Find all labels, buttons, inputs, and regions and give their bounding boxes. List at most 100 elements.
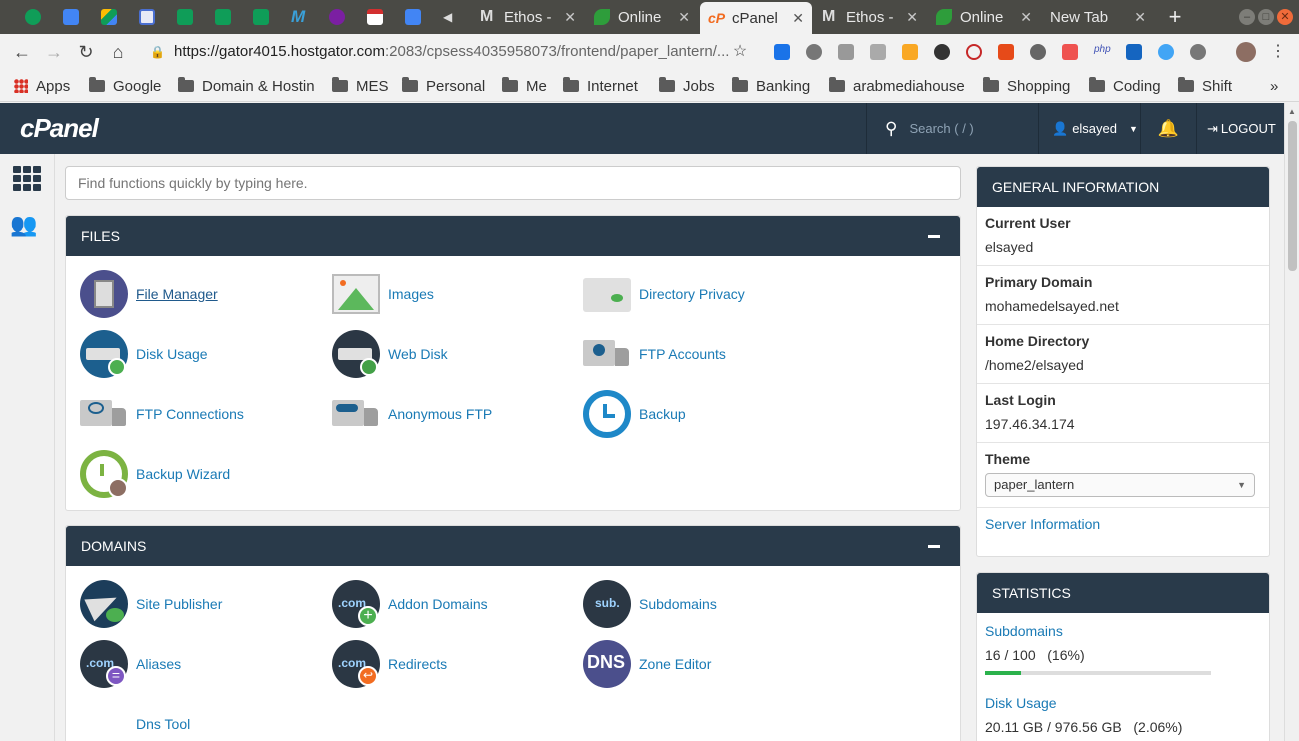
browser-menu-icon[interactable]: ⋮: [1266, 40, 1290, 64]
close-icon[interactable]: ✕: [906, 9, 918, 26]
bookmark-folder[interactable]: Internet: [563, 76, 638, 96]
close-icon[interactable]: ✕: [792, 10, 804, 27]
pinned-tab-sheets-2[interactable]: [204, 2, 242, 32]
user-menu[interactable]: 👤 elsayed ▼: [1038, 103, 1140, 154]
home-button[interactable]: ⌂: [106, 40, 130, 64]
web-disk-link[interactable]: Web Disk: [332, 330, 448, 378]
tab-1[interactable]: Online ✕: [586, 2, 698, 32]
anonymous-ftp-link[interactable]: Anonymous FTP: [332, 390, 492, 438]
shield-icon[interactable]: [998, 44, 1014, 60]
close-icon[interactable]: ✕: [678, 9, 690, 26]
bookmark-folder[interactable]: Shopping: [983, 76, 1070, 96]
home-grid-icon[interactable]: [13, 166, 41, 191]
ftp-accounts-link[interactable]: FTP Accounts: [583, 330, 726, 378]
subdomains-stat-link[interactable]: Subdomains: [985, 623, 1261, 639]
pinned-tab-drive[interactable]: [90, 2, 128, 32]
images-link[interactable]: Images: [332, 270, 434, 318]
tab-0[interactable]: M Ethos - ✕: [472, 2, 584, 32]
user-manager-icon[interactable]: 👥: [10, 212, 37, 238]
files-panel-header[interactable]: FILES: [66, 216, 960, 256]
page-scrollbar[interactable]: ▲: [1284, 103, 1299, 741]
eyedropper-icon[interactable]: [806, 44, 822, 60]
profile-avatar[interactable]: [1236, 42, 1256, 62]
bookmark-folder[interactable]: Personal: [402, 76, 485, 96]
redirects-link[interactable]: .com ↩ Redirects: [332, 640, 447, 688]
window-close-button[interactable]: ✕: [1277, 9, 1293, 25]
gear-ext-icon[interactable]: [1030, 44, 1046, 60]
tab-2-active[interactable]: cP cPanel ✕: [700, 2, 812, 34]
forward-button[interactable]: →: [42, 40, 66, 64]
bookmark-folder[interactable]: arabmediahouse: [829, 76, 969, 96]
aliases-link[interactable]: .com = Aliases: [80, 640, 181, 688]
quick-find-input[interactable]: [65, 166, 961, 200]
bookmark-folder[interactable]: Shift: [1178, 76, 1232, 96]
info-ext-icon[interactable]: [1158, 44, 1174, 60]
backup-link[interactable]: Backup: [583, 390, 686, 438]
pinned-tab-audio[interactable]: ◀: [432, 2, 470, 32]
bookmark-folder[interactable]: Domain & Hostin: [178, 76, 318, 96]
notifications-button[interactable]: 🔔: [1140, 103, 1196, 154]
bookmark-apps[interactable]: Apps: [14, 76, 70, 96]
camera-icon[interactable]: [838, 44, 854, 60]
pinned-tab-hangouts[interactable]: [14, 2, 52, 32]
bookmark-folder[interactable]: Coding: [1089, 76, 1161, 96]
file-manager-link[interactable]: File Manager: [80, 270, 218, 318]
collapse-icon[interactable]: [928, 234, 940, 238]
directory-privacy-link[interactable]: Directory Privacy: [583, 270, 745, 318]
minimize-button[interactable]: –: [1239, 9, 1255, 25]
zone-editor-link[interactable]: DNS Zone Editor: [583, 640, 711, 688]
pinned-tab-calendar[interactable]: [128, 2, 166, 32]
close-icon[interactable]: ✕: [564, 9, 576, 26]
bookmark-folder[interactable]: Google: [89, 76, 161, 96]
tab-4[interactable]: Online ✕: [928, 2, 1040, 32]
download-ext-icon[interactable]: [1126, 44, 1142, 60]
pinned-tab-m[interactable]: M: [280, 2, 318, 32]
block-icon[interactable]: [966, 44, 982, 60]
cpanel-logo[interactable]: cPanel: [20, 113, 99, 144]
pinned-tab-purple[interactable]: [318, 2, 356, 32]
scroll-up-icon[interactable]: ▲: [1288, 107, 1296, 116]
key-icon[interactable]: [902, 44, 918, 60]
speed-icon[interactable]: [934, 44, 950, 60]
pinned-tab-sheets-1[interactable]: [166, 2, 204, 32]
addon-domains-link[interactable]: .com + Addon Domains: [332, 580, 488, 628]
extension-plus-icon[interactable]: [774, 44, 790, 60]
site-publisher-link[interactable]: Site Publisher: [80, 580, 222, 628]
bookmark-folder[interactable]: Jobs: [659, 76, 715, 96]
disk-usage-link[interactable]: Disk Usage: [80, 330, 208, 378]
close-icon[interactable]: ✕: [1134, 9, 1146, 26]
php-icon[interactable]: php: [1094, 44, 1111, 60]
bookmark-star-icon[interactable]: ☆: [728, 40, 752, 64]
maximize-button[interactable]: □: [1258, 9, 1274, 25]
subdomains-link[interactable]: sub. Subdomains: [583, 580, 717, 628]
reload-button[interactable]: ↻: [74, 40, 98, 64]
tab-5[interactable]: New Tab ✕: [1042, 2, 1154, 32]
logout-button[interactable]: ⇥ LOGOUT: [1196, 103, 1284, 154]
pinned-tab-sheets-3[interactable]: [242, 2, 280, 32]
address-bar[interactable]: 🔒 https://gator4015.hostgator.com:2083/c…: [140, 38, 760, 66]
ftp-connections-link[interactable]: FTP Connections: [80, 390, 244, 438]
collapse-icon[interactable]: [928, 544, 940, 548]
backup-wizard-link[interactable]: Backup Wizard: [80, 450, 230, 498]
bookmark-folder[interactable]: Banking: [732, 76, 810, 96]
disk-usage-stat-link[interactable]: Disk Usage: [985, 695, 1261, 711]
settings-ext-icon[interactable]: [1190, 44, 1206, 60]
pinned-tab-red[interactable]: [356, 2, 394, 32]
calendar-ext-icon[interactable]: [1062, 44, 1078, 60]
new-tab-button[interactable]: +: [1163, 4, 1187, 30]
server-information-link[interactable]: Server Information: [985, 516, 1100, 532]
bookmark-folder[interactable]: MES: [332, 76, 389, 96]
close-icon[interactable]: ✕: [1020, 9, 1032, 26]
header-search[interactable]: ⚲ Search ( / ): [866, 103, 1038, 154]
dns-tool-link[interactable]: Dns Tool: [80, 700, 190, 741]
bookmark-folder[interactable]: Me: [502, 76, 547, 96]
bookmarks-overflow-button[interactable]: »: [1270, 76, 1278, 96]
pinned-tab-docs[interactable]: [394, 2, 432, 32]
tab-3[interactable]: M Ethos - ✕: [814, 2, 926, 32]
theme-select[interactable]: paper_lantern ▼: [985, 473, 1255, 497]
back-button[interactable]: ←: [10, 40, 34, 64]
domains-panel-header[interactable]: DOMAINS: [66, 526, 960, 566]
cube-icon[interactable]: [870, 44, 886, 60]
pinned-tab-translate[interactable]: [52, 2, 90, 32]
scrollbar-thumb[interactable]: [1288, 121, 1297, 271]
